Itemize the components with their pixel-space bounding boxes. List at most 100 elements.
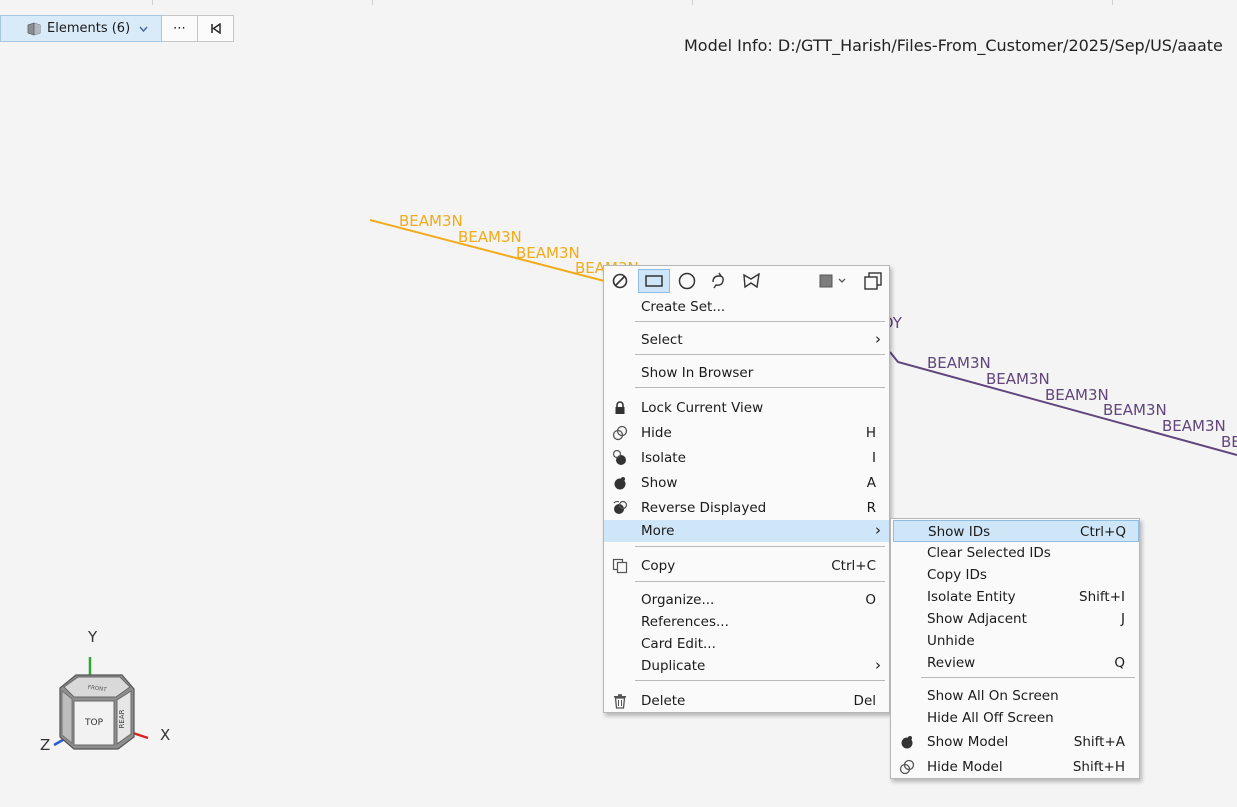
menu-item-label: Copy [641,558,676,574]
menu-item-references[interactable]: References... [604,611,889,633]
show-model-icon [901,736,913,749]
polygon-select-tool[interactable] [739,269,765,293]
menu-item-show[interactable]: Show A [604,472,889,494]
circle-select-tool[interactable] [674,269,700,293]
shortcut-label: O [865,592,876,608]
menu-item-label: More [641,523,675,539]
more-submenu: Show IDs Ctrl+Q Clear Selected IDs Copy … [890,518,1140,779]
shortcut-label: Shift+H [1072,759,1125,775]
deselect-tool[interactable] [607,269,633,293]
menu-item-more[interactable]: More › [604,520,889,542]
submenu-item-review[interactable]: Review Q [891,652,1139,674]
submenu-item-show-model[interactable]: Show Model Shift+A [891,731,1139,753]
menu-separator [635,387,885,388]
menu-item-label: Show All On Screen [927,688,1059,704]
chevron-right-icon: › [875,330,881,348]
beam-label-purple: BE [1221,433,1237,451]
selection-tools-row [604,268,889,294]
menu-item-label: Show Adjacent [927,611,1027,627]
shortcut-label: R [866,500,876,516]
shortcut-label: I [872,450,876,466]
shortcut-label: A [866,475,876,491]
submenu-item-show-ids[interactable]: Show IDs Ctrl+Q [893,520,1139,542]
menu-item-label: Clear Selected IDs [927,545,1051,561]
beam-label-orange: BEAM3N [399,212,463,230]
trash-icon [614,694,626,709]
menu-item-label: Hide All Off Screen [927,710,1054,726]
submenu-item-copy-ids[interactable]: Copy IDs [891,564,1139,586]
shortcut-label: H [865,425,876,441]
submenu-item-show-all-on-screen[interactable]: Show All On Screen [891,685,1139,707]
submenu-item-hide-model[interactable]: Hide Model Shift+H [891,756,1139,778]
copy-window-icon [864,272,882,290]
rectangle-select-tool[interactable] [638,269,670,293]
reverse-displayed-icon [613,500,628,514]
menu-item-label: Show IDs [928,524,991,540]
shortcut-label: J [1121,611,1125,627]
menu-item-label: Review [927,655,976,671]
polygon-select-icon [743,273,760,289]
menu-item-reverse-displayed[interactable]: Reverse Displayed R [604,497,889,519]
beam-label-orange: BEAM3N [458,228,522,246]
lock-icon [615,401,625,414]
copy-window-tool[interactable] [860,269,886,293]
menu-item-label: Select [641,332,683,348]
fill-square-icon [819,274,846,288]
cube-face-rear: REAR [118,709,126,728]
menu-item-lock-view[interactable]: Lock Current View [604,397,889,419]
beam-label-purple: BEAM3N [1162,417,1226,435]
menu-item-label: Unhide [927,633,975,649]
menu-separator [635,581,885,582]
menu-item-label: Isolate [641,450,686,466]
menu-item-label: Delete [641,693,686,709]
submenu-item-clear-selected-ids[interactable]: Clear Selected IDs [891,542,1139,564]
copy-icon [612,558,628,574]
menu-item-label: Card Edit... [641,636,716,652]
submenu-item-isolate-entity[interactable]: Isolate Entity Shift+I [891,586,1139,608]
submenu-item-hide-all-off-screen[interactable]: Hide All Off Screen [891,707,1139,729]
show-icon [614,477,626,490]
rectangle-select-icon [645,275,663,287]
shortcut-label: Shift+I [1079,589,1125,605]
circle-select-icon [678,272,696,290]
menu-item-organize[interactable]: Organize... O [604,589,889,611]
shortcut-label: Ctrl+Q [1080,524,1126,540]
menu-item-duplicate[interactable]: Duplicate › [604,655,889,677]
menu-item-label: Organize... [641,592,715,608]
menu-separator [635,546,885,547]
menu-item-hide[interactable]: Hide H [604,422,889,444]
menu-item-label: Hide Model [927,759,1003,775]
menu-item-card-edit[interactable]: Card Edit... [604,633,889,655]
menu-item-create-set[interactable]: Create Set... [604,296,889,318]
freehand-select-icon [712,272,724,289]
deselect-icon [612,273,628,289]
menu-item-label: Create Set... [641,299,726,315]
menu-item-label: Lock Current View [641,400,764,416]
hide-icon [612,425,628,441]
menu-item-label: Hide [641,425,672,441]
menu-item-label: Show [641,475,678,491]
fill-mode-dropdown[interactable] [814,269,852,293]
beam-label-purple: BEAM3N [927,354,991,372]
view-cube-widget[interactable]: Y X Z TOP FRONT REAR [38,625,178,755]
menu-item-select[interactable]: Select › [604,329,889,351]
menu-item-label: Copy IDs [927,567,987,583]
menu-item-copy[interactable]: Copy Ctrl+C [604,555,889,577]
chevron-right-icon: › [875,656,881,674]
submenu-item-show-adjacent[interactable]: Show Adjacent J [891,608,1139,630]
beam-label-orange: BEAM3N [516,244,580,262]
view-cube-icon: TOP FRONT REAR [53,657,149,750]
menu-item-label: References... [641,614,729,630]
menu-item-show-in-browser[interactable]: Show In Browser [604,362,889,384]
submenu-item-unhide[interactable]: Unhide [891,630,1139,652]
menu-item-label: Duplicate [641,658,706,674]
freehand-select-tool[interactable] [706,269,732,293]
shortcut-label: Shift+A [1073,734,1125,750]
chevron-right-icon: › [875,521,881,539]
shortcut-label: Del [853,693,876,709]
menu-item-delete[interactable]: Delete Del [604,690,889,712]
menu-separator [635,354,885,355]
shortcut-label: Ctrl+C [831,558,876,574]
menu-separator [635,680,885,681]
menu-item-isolate[interactable]: Isolate I [604,447,889,469]
